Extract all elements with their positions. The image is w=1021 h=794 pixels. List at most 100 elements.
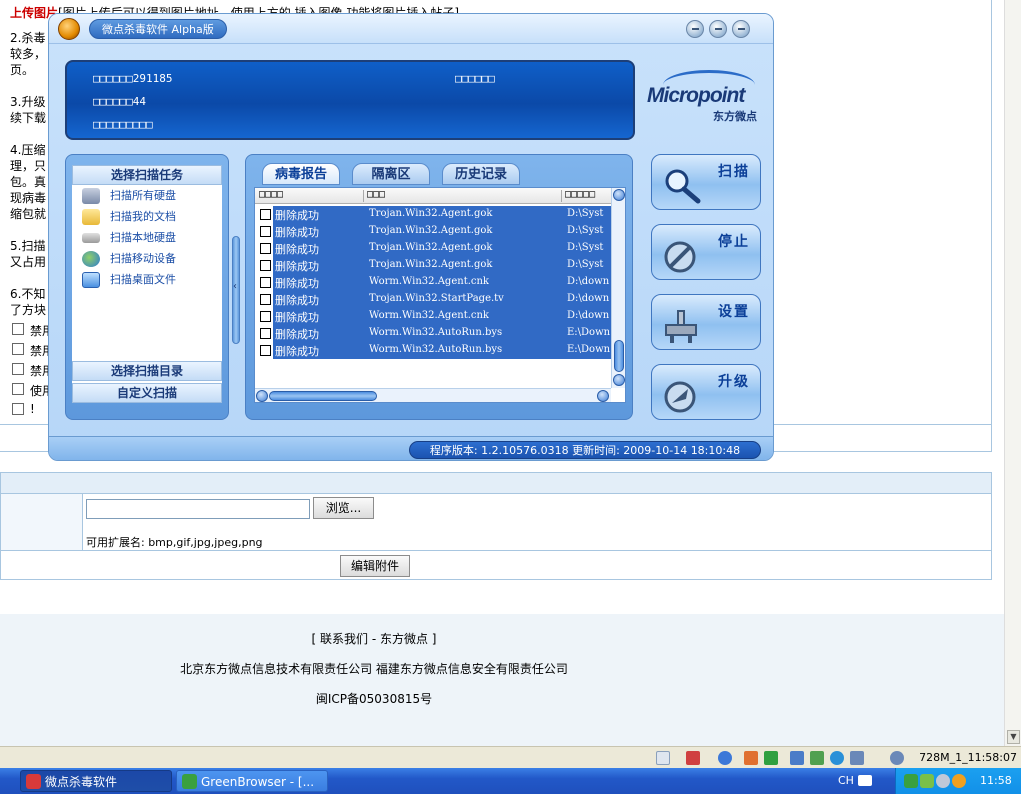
logo-word: Micropoint <box>647 84 745 107</box>
scroll-right-icon[interactable] <box>597 390 609 402</box>
scroll-thumb[interactable] <box>614 340 624 372</box>
volume-tray-icon[interactable] <box>936 774 950 788</box>
row-checkbox[interactable] <box>260 345 271 356</box>
status-info-panel: □□□□□□291185 □□□□□□44 □□□□□□□□□ □□□□□□ <box>65 60 635 140</box>
ie-icon[interactable] <box>830 751 844 765</box>
note-line: 续下载 <box>10 111 47 125</box>
tab-history[interactable]: 历史记录 <box>442 163 520 185</box>
scroll-left-icon[interactable] <box>256 390 268 402</box>
table-row[interactable]: 删除成功 Trojan.Win32.Agent.gok D:\Syst <box>255 206 611 223</box>
local-disk-icon <box>82 233 100 243</box>
task-scan-local-disk[interactable]: 扫描本地硬盘 <box>82 229 220 247</box>
stop-button[interactable]: 停止 <box>651 224 761 280</box>
tab-quarantine[interactable]: 隔离区 <box>352 163 430 185</box>
browse-button[interactable]: 浏览... <box>313 497 374 519</box>
row-status: 删除成功 <box>275 243 319 256</box>
option-checkbox[interactable] <box>12 383 24 395</box>
row-checkbox[interactable] <box>260 277 271 288</box>
row-checkbox[interactable] <box>260 260 271 271</box>
close-icon[interactable] <box>732 20 750 38</box>
popup-block-icon[interactable] <box>686 751 700 765</box>
task-scan-desktop[interactable]: 扫描桌面文件 <box>82 271 220 289</box>
info-line-1: □□□□□□291185 <box>93 72 173 85</box>
row-status: 删除成功 <box>275 260 319 273</box>
antivirus-tray-icon[interactable] <box>952 774 966 788</box>
table-row[interactable]: 删除成功 Worm.Win32.AutoRun.bys E:\Down <box>255 342 611 359</box>
input-language[interactable]: CH <box>838 774 854 787</box>
column-separator[interactable] <box>363 190 364 202</box>
greenbrowser-tray-icon[interactable] <box>904 774 918 788</box>
task-scan-my-documents[interactable]: 扫描我的文档 <box>82 208 220 226</box>
option-checkbox[interactable] <box>12 343 24 355</box>
keyboard-icon[interactable] <box>858 775 872 786</box>
row-checkbox[interactable] <box>260 328 271 339</box>
table-row[interactable]: 删除成功 Trojan.Win32.Agent.gok D:\Syst <box>255 240 611 257</box>
scroll-down-icon[interactable] <box>613 374 625 386</box>
table-row[interactable]: 删除成功 Worm.Win32.AutoRun.bys E:\Down <box>255 325 611 342</box>
magnifier-icon <box>665 169 701 204</box>
checklist-icon[interactable] <box>810 751 824 765</box>
scan-directory-header[interactable]: 选择扫描目录 <box>72 361 222 381</box>
column-header-path[interactable]: □□□□□ <box>565 189 595 200</box>
column-header-virus[interactable]: □□□ <box>367 189 385 200</box>
table-row[interactable]: 删除成功 Worm.Win32.Agent.cnk D:\down <box>255 308 611 325</box>
row-status: 删除成功 <box>275 328 319 341</box>
edit-attachment-button[interactable]: 编辑附件 <box>340 555 410 577</box>
list-vertical-scrollbar[interactable] <box>611 188 625 388</box>
network-icon[interactable] <box>718 751 732 765</box>
row-checkbox[interactable] <box>260 209 271 220</box>
option-checkbox[interactable] <box>12 323 24 335</box>
task-scan-all-disks[interactable]: 扫描所有硬盘 <box>82 187 220 205</box>
taskbar-item-antivirus[interactable]: 微点杀毒软件 <box>20 770 172 792</box>
minimize-icon[interactable] <box>686 20 704 38</box>
row-checkbox[interactable] <box>260 294 271 305</box>
proxy-icon[interactable] <box>744 751 758 765</box>
row-file-path: D:\down <box>567 310 610 321</box>
app-orb-icon[interactable] <box>58 18 80 40</box>
network-tray-icon[interactable] <box>920 774 934 788</box>
column-header-status[interactable]: □□□□ <box>259 189 283 200</box>
page-vertical-scrollbar[interactable]: ▼ <box>1004 0 1021 746</box>
tool-icon[interactable] <box>790 751 804 765</box>
scan-button[interactable]: 扫描 <box>651 154 761 210</box>
micropoint-logo: Micropoint 东方微点 <box>645 70 769 130</box>
row-file-path: D:\down <box>567 276 610 287</box>
taskbar-item-greenbrowser[interactable]: GreenBrowser - [... <box>176 770 328 792</box>
row-checkbox[interactable] <box>260 226 271 237</box>
scroll-thumb[interactable] <box>269 391 377 401</box>
download-icon[interactable] <box>764 751 778 765</box>
option-label: ! <box>30 402 35 416</box>
window-icon[interactable] <box>850 751 864 765</box>
upgrade-button-label: 升级 <box>718 374 750 390</box>
task-scan-removable[interactable]: 扫描移动设备 <box>82 250 220 268</box>
tab-virus-report[interactable]: 病毒报告 <box>262 163 340 185</box>
column-separator[interactable] <box>561 190 562 202</box>
row-checkbox[interactable] <box>260 243 271 254</box>
restore-icon[interactable] <box>709 20 727 38</box>
scroll-up-icon[interactable] <box>613 189 625 201</box>
table-row[interactable]: 删除成功 Trojan.Win32.StartPage.tv D:\down <box>255 291 611 308</box>
page-icon[interactable] <box>656 751 670 765</box>
table-row[interactable]: 删除成功 Trojan.Win32.Agent.gok D:\Syst <box>255 257 611 274</box>
row-status: 删除成功 <box>275 226 319 239</box>
file-path-input[interactable] <box>86 499 310 519</box>
zoom-icon[interactable] <box>890 751 904 765</box>
custom-scan-header[interactable]: 自定义扫描 <box>72 383 222 403</box>
upgrade-button[interactable]: 升级 <box>651 364 761 420</box>
settings-button-label: 设置 <box>718 304 750 320</box>
table-row[interactable]: 删除成功 Worm.Win32.Agent.cnk D:\down <box>255 274 611 291</box>
row-checkbox[interactable] <box>260 311 271 322</box>
option-checkbox[interactable] <box>12 403 24 415</box>
window-title-bar[interactable]: 微点杀毒软件 Alpha版 <box>49 14 773 44</box>
scroll-down-icon[interactable]: ▼ <box>1007 730 1020 744</box>
option-checkbox[interactable] <box>12 363 24 375</box>
footer-links[interactable]: [ 联系我们 - 东方微点 ] <box>0 630 748 647</box>
table-row[interactable]: 删除成功 Trojan.Win32.Agent.gok D:\Syst <box>255 223 611 240</box>
taskbar-clock: 11:58 <box>980 774 1012 787</box>
scan-task-header[interactable]: 选择扫描任务 <box>72 165 222 185</box>
scan-task-list: 选择扫描任务 扫描所有硬盘 扫描我的文档 扫描本地硬盘 扫描移动设备 扫描桌面文… <box>72 165 222 403</box>
panel-collapse-handle[interactable] <box>232 236 240 344</box>
list-horizontal-scrollbar[interactable] <box>255 388 611 402</box>
footer-icp[interactable]: 闽ICP备05030815号 <box>0 690 748 707</box>
settings-button[interactable]: 设置 <box>651 294 761 350</box>
